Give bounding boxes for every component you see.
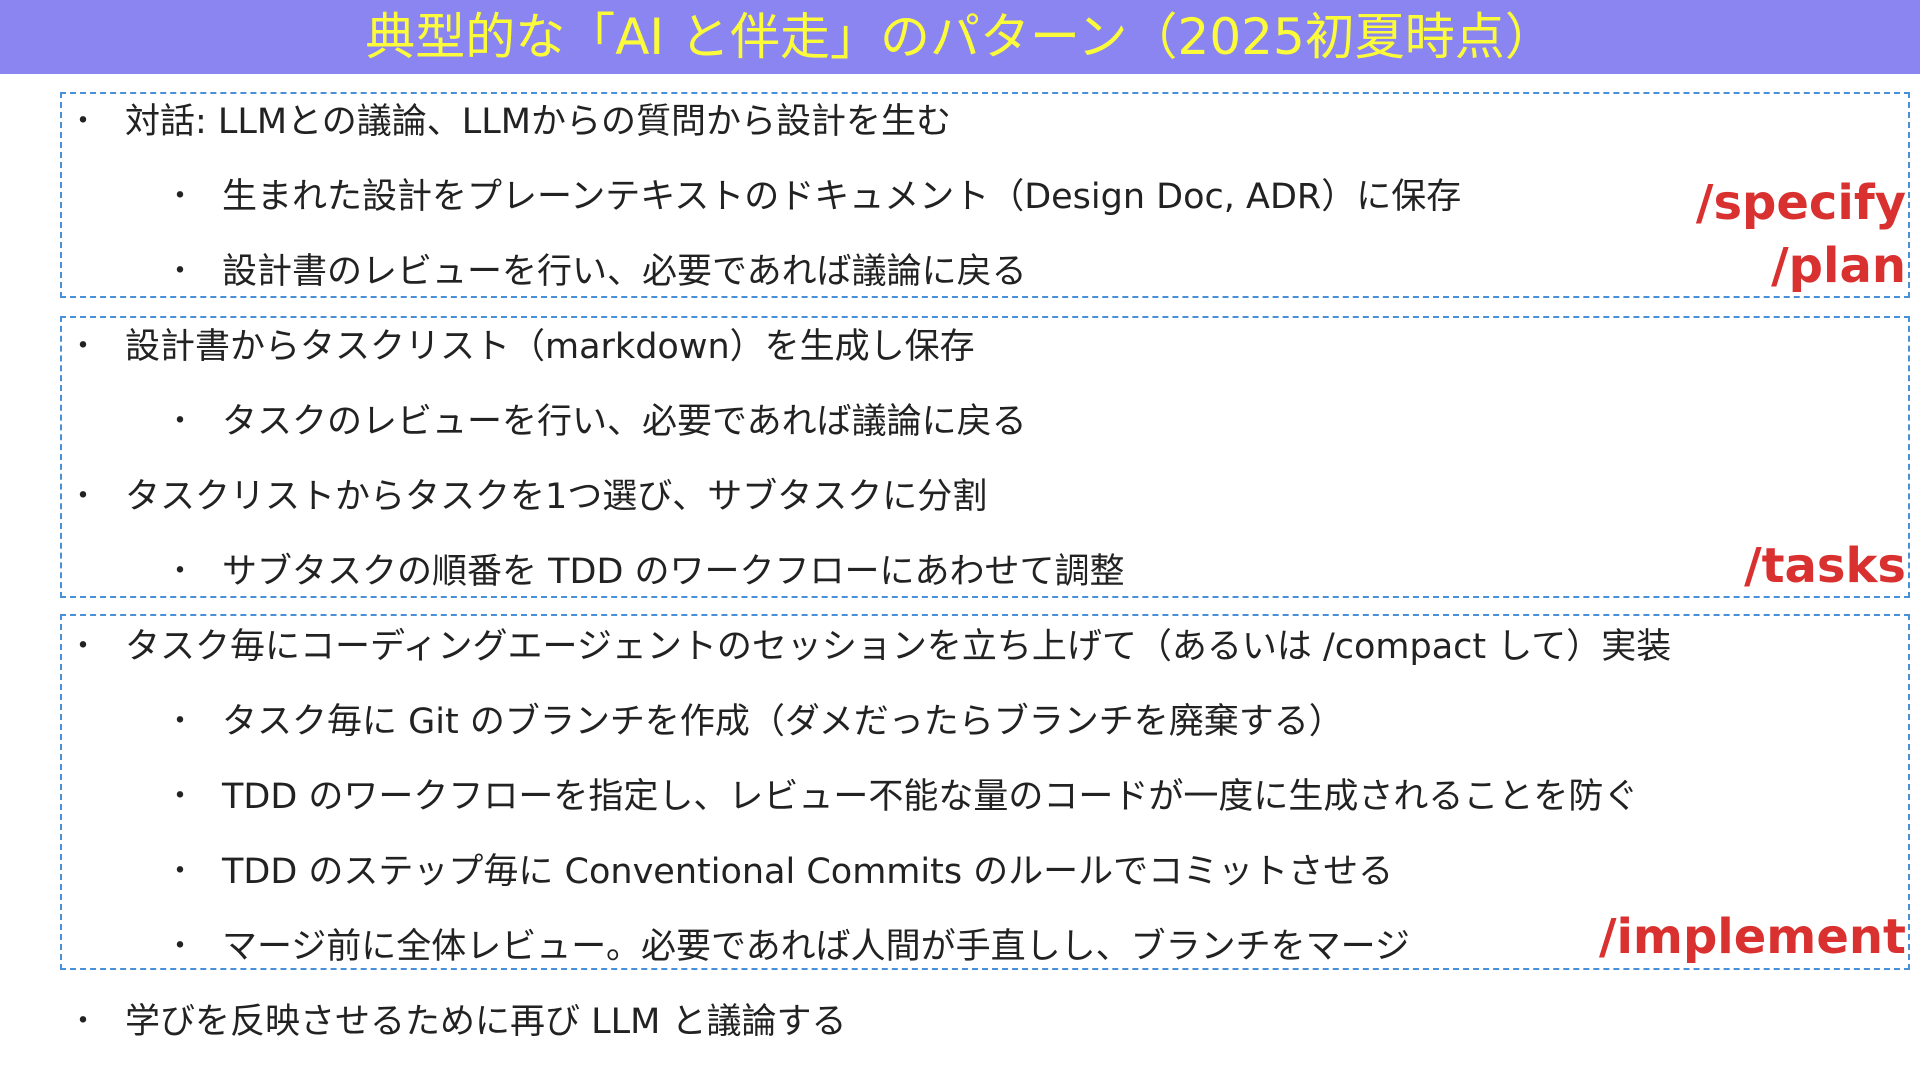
bullet-marker: ・: [165, 404, 195, 439]
list-item-text: 生まれた設計をプレーンテキストのドキュメント（Design Doc, ADR）に…: [222, 177, 1462, 217]
list-item-text: 設計書のレビューを行い、必要であれば議論に戻る: [222, 252, 1027, 292]
list-item: ・ 生まれた設計をプレーンテキストのドキュメント（Design Doc, ADR…: [165, 175, 1462, 219]
list-item-text: タスク毎に Git のブランチを作成（ダメだったらブランチを廃棄する）: [222, 702, 1344, 742]
bullet-marker: ・: [165, 254, 195, 289]
list-item-text: タスクのレビューを行い、必要であれば議論に戻る: [222, 402, 1027, 442]
list-item: ・ マージ前に全体レビュー。必要であれば人間が手直しし、ブランチをマージ: [165, 925, 1410, 969]
bullet-marker: ・: [68, 629, 98, 664]
list-item: ・ TDD のワークフローを指定し、レビュー不能な量のコードが一度に生成されるこ…: [165, 775, 1639, 819]
bullet-marker: ・: [165, 779, 195, 814]
bullet-marker: ・: [165, 704, 195, 739]
page-title: 典型的な「AI と伴走」のパターン（2025初夏時点）: [365, 8, 1555, 66]
title-bar: 典型的な「AI と伴走」のパターン（2025初夏時点）: [0, 0, 1920, 74]
command-label-plan: /plan: [1771, 238, 1906, 294]
list-item-text: サブタスクの順番を TDD のワークフローにあわせて調整: [222, 552, 1125, 592]
list-item: ・ 設計書のレビューを行い、必要であれば議論に戻る: [165, 250, 1027, 294]
list-item-text: マージ前に全体レビュー。必要であれば人間が手直しし、ブランチをマージ: [222, 927, 1410, 967]
list-item: ・ TDD のステップ毎に Conventional Commits のルールで…: [165, 850, 1394, 894]
slide: 典型的な「AI と伴走」のパターン（2025初夏時点） ・ 対話: LLMとの議…: [0, 0, 1920, 1080]
list-item-text: 学びを反映させるために再び LLM と議論する: [125, 1002, 847, 1042]
list-item: ・ サブタスクの順番を TDD のワークフローにあわせて調整: [165, 550, 1125, 594]
list-item-text: TDD のワークフローを指定し、レビュー不能な量のコードが一度に生成されることを…: [222, 777, 1639, 817]
list-item-text: タスクリストからタスクを1つ選び、サブタスクに分割: [125, 477, 988, 517]
bullet-marker: ・: [68, 479, 98, 514]
list-item-text: タスク毎にコーディングエージェントのセッションを立ち上げて（あるいは /comp…: [125, 627, 1672, 667]
command-label-specify: /specify: [1695, 175, 1906, 231]
bullet-marker: ・: [165, 929, 195, 964]
list-item-final: ・ 学びを反映させるために再び LLM と議論する: [68, 1000, 847, 1044]
list-item: ・ 設計書からタスクリスト（markdown）を生成し保存: [68, 325, 975, 369]
bullet-marker: ・: [165, 179, 195, 214]
list-item-text: TDD のステップ毎に Conventional Commits のルールでコミ…: [222, 852, 1394, 892]
list-item: ・ タスク毎に Git のブランチを作成（ダメだったらブランチを廃棄する）: [165, 700, 1344, 744]
bullet-marker: ・: [165, 854, 195, 889]
bullet-marker: ・: [68, 329, 98, 364]
list-item-text: 設計書からタスクリスト（markdown）を生成し保存: [125, 327, 975, 367]
command-label-tasks: /tasks: [1744, 538, 1906, 594]
list-item: ・ タスクのレビューを行い、必要であれば議論に戻る: [165, 400, 1027, 444]
list-item-text: 対話: LLMとの議論、LLMからの質問から設計を生む: [125, 102, 951, 142]
list-item: ・ 対話: LLMとの議論、LLMからの質問から設計を生む: [68, 100, 951, 144]
bullet-marker: ・: [68, 104, 98, 139]
bullet-marker: ・: [165, 554, 195, 589]
command-label-implement: /implement: [1598, 909, 1906, 965]
bullet-marker: ・: [68, 1004, 98, 1039]
list-item: ・ タスクリストからタスクを1つ選び、サブタスクに分割: [68, 475, 988, 519]
list-item: ・ タスク毎にコーディングエージェントのセッションを立ち上げて（あるいは /co…: [68, 625, 1672, 669]
